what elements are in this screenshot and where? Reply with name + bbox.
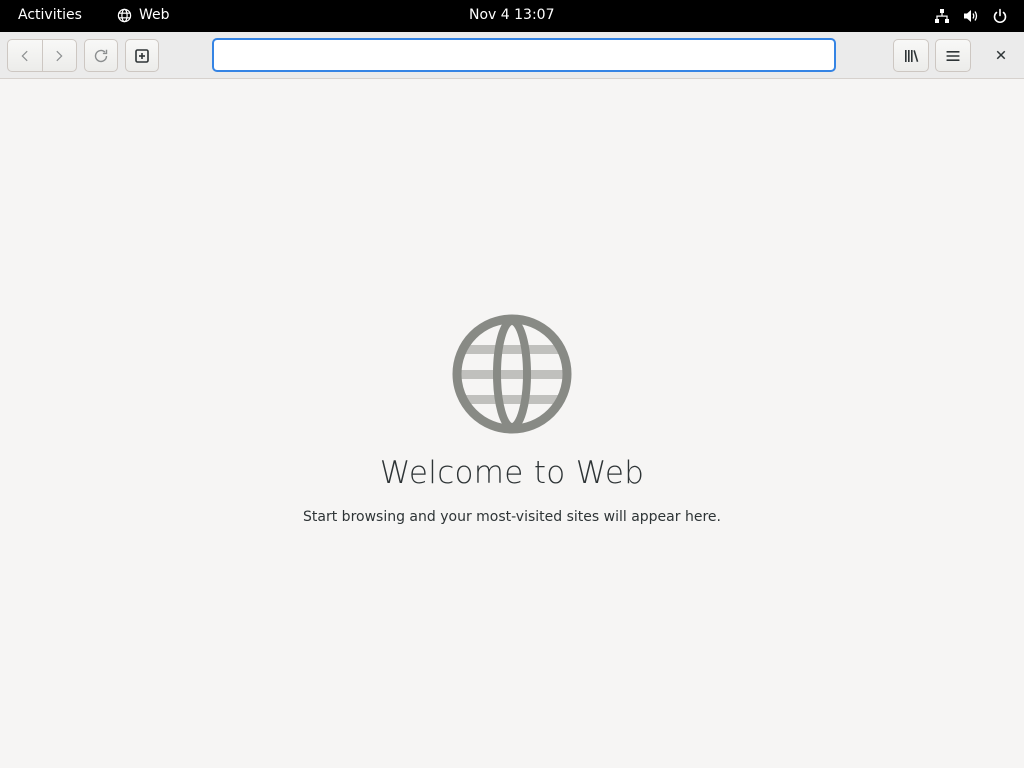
activities-button[interactable]: Activities <box>18 7 82 23</box>
address-bar-input[interactable] <box>212 38 836 72</box>
chevron-left-icon <box>21 50 28 61</box>
app-name: Web <box>139 7 170 23</box>
library-icon <box>905 49 919 62</box>
close-window-button[interactable] <box>988 41 1014 69</box>
power-icon[interactable] <box>991 7 1008 24</box>
app-menu[interactable]: Web <box>117 7 170 23</box>
main-menu-button[interactable] <box>935 39 971 72</box>
top-bar: Activities Web Nov 4 13:07 <box>0 0 1024 32</box>
library-button[interactable] <box>893 39 929 72</box>
navigation-buttons <box>7 39 77 72</box>
reload-button[interactable] <box>84 39 118 72</box>
globe-icon <box>117 8 132 22</box>
network-icon[interactable] <box>933 7 950 24</box>
globe-icon <box>452 314 572 434</box>
reload-icon <box>94 49 108 62</box>
new-tab-button[interactable] <box>125 39 159 72</box>
volume-icon[interactable] <box>962 7 979 24</box>
chevron-right-icon <box>56 50 63 61</box>
back-button[interactable] <box>8 40 42 71</box>
hamburger-menu-icon <box>946 50 960 61</box>
welcome-title: Welcome to Web <box>379 455 645 491</box>
system-status-area[interactable] <box>933 7 1008 24</box>
welcome-subtitle: Start browsing and your most-visited sit… <box>303 509 721 525</box>
forward-button[interactable] <box>41 40 77 71</box>
new-tab-icon <box>135 48 149 63</box>
welcome-page: Welcome to Web Start browsing and your m… <box>0 79 1024 768</box>
close-icon <box>996 50 1006 60</box>
browser-toolbar <box>0 32 1024 79</box>
clock[interactable]: Nov 4 13:07 <box>469 7 554 23</box>
